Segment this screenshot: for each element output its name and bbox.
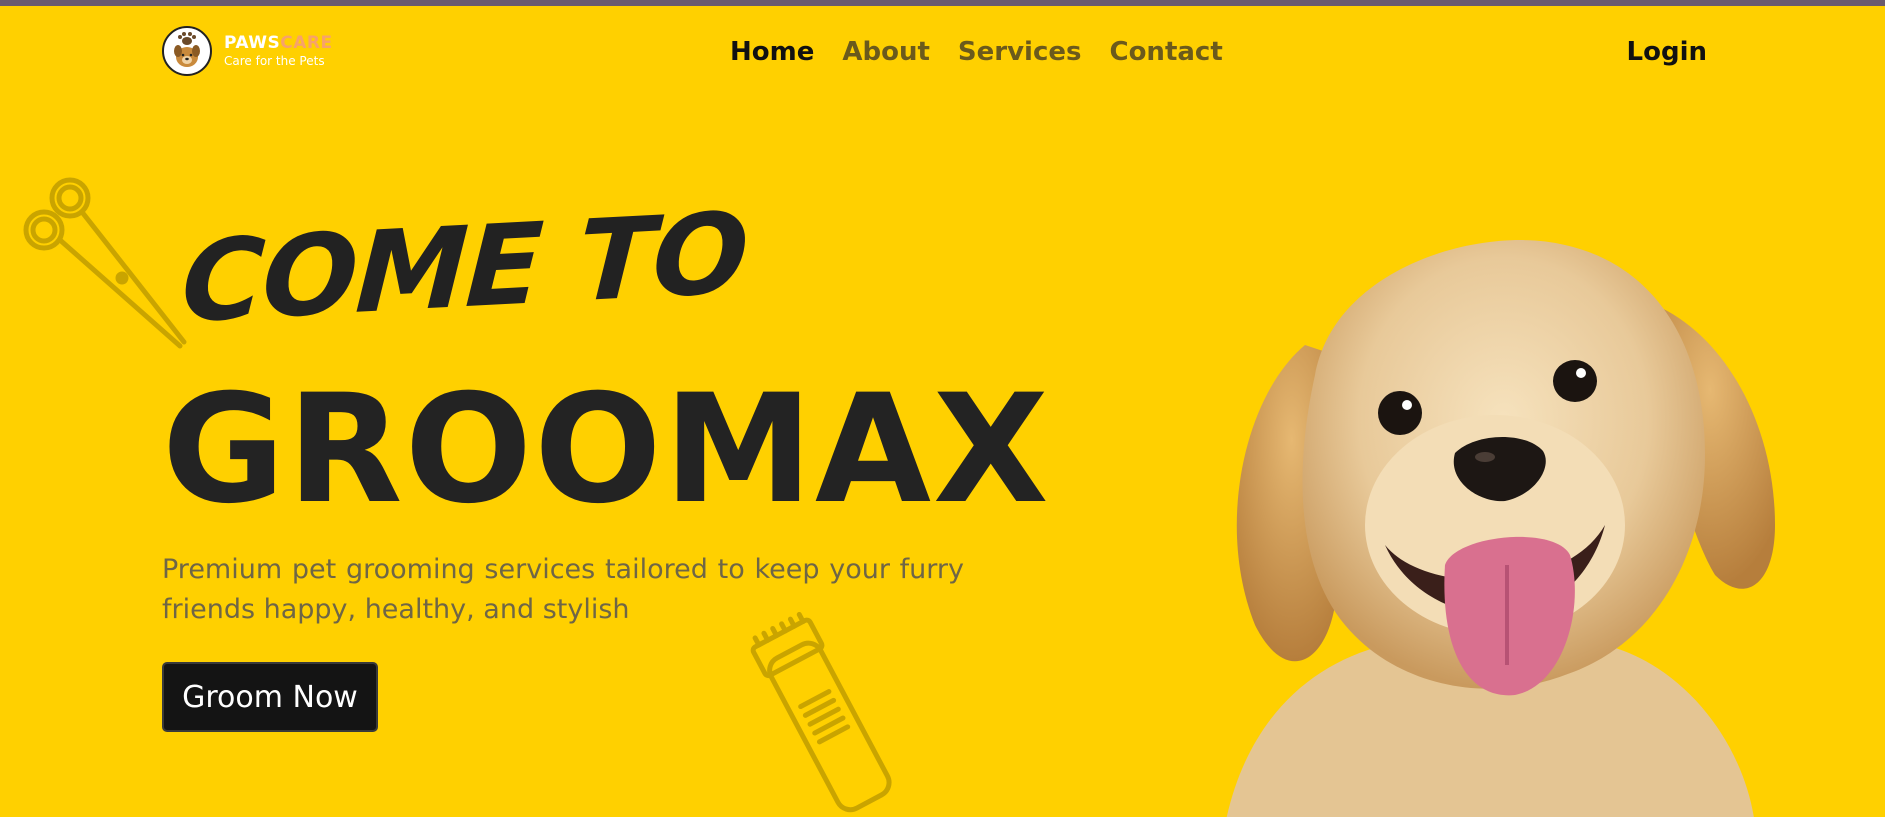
nav-item-contact[interactable]: Contact	[1109, 34, 1222, 70]
hero-title: GROOMAX	[162, 363, 1051, 537]
hero-description: Premium pet grooming services tailored t…	[162, 554, 964, 625]
nav-item-about[interactable]: About	[842, 34, 930, 70]
hair-clipper-icon	[750, 612, 892, 813]
page: PAWSCARE Care for the Pets Home About Se…	[0, 0, 1885, 817]
navbar: PAWSCARE Care for the Pets Home About Se…	[0, 6, 1885, 98]
nav-item-home[interactable]: Home	[730, 34, 814, 70]
nav-item-services[interactable]: Services	[958, 34, 1082, 70]
puppy-image	[1226, 240, 1775, 817]
paw-pet-icon	[162, 26, 212, 76]
brand-logo-link[interactable]: PAWSCARE Care for the Pets	[162, 26, 333, 76]
brand-tagline: Care for the Pets	[224, 54, 325, 68]
brand-name: PAWSCARE	[224, 33, 333, 53]
scissors-icon	[23, 177, 187, 349]
hero-script-heading: COME TO	[178, 188, 750, 348]
nav-links: Home About Services Contact	[730, 34, 1223, 70]
brand-name-paws: PAWS	[224, 33, 281, 53]
brand-name-care: CARE	[280, 33, 333, 53]
login-link[interactable]: Login	[1627, 34, 1707, 70]
groom-now-button[interactable]: Groom Now	[162, 662, 378, 732]
